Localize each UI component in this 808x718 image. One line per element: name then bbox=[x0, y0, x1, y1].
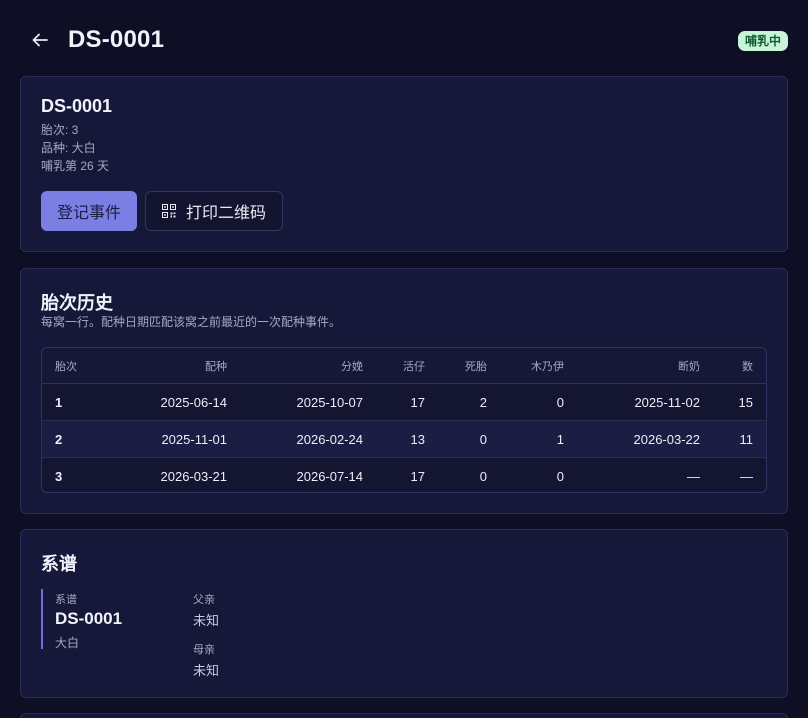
table-cell: 0 bbox=[556, 469, 564, 484]
pedigree-title: 系谱 bbox=[41, 554, 77, 574]
pedigree-accent-bar bbox=[41, 589, 43, 649]
pedigree-self-id: DS-0001 bbox=[55, 609, 123, 628]
table-cell: 11 bbox=[739, 431, 754, 447]
table-cell: 2026-07-14 bbox=[296, 469, 364, 484]
back-button[interactable] bbox=[28, 28, 52, 52]
column-header: 断奶 bbox=[678, 360, 700, 373]
next-card-partial bbox=[20, 713, 788, 718]
column-header: 分娩 bbox=[341, 360, 363, 373]
column-header: 胎次 bbox=[55, 360, 77, 373]
table-cell: — bbox=[687, 469, 700, 484]
table-cell: 1 bbox=[55, 394, 63, 410]
dam-value: 未知 bbox=[193, 663, 220, 678]
table-cell: 2026-03-22 bbox=[633, 431, 701, 447]
history-subtitle: 每窝一行。配种日期匹配该窝之前最近的一次配种事件。 bbox=[41, 315, 342, 329]
print-qr-button[interactable]: 打印二维码 bbox=[145, 191, 283, 231]
table-cell: 2025-06-14 bbox=[160, 394, 228, 410]
status-badge: 哺乳中 bbox=[737, 31, 788, 51]
table-cell: 0 bbox=[556, 394, 564, 410]
parity-history-table: 胎次 配种 分娩 活仔 死胎 木乃伊 断奶 数 1 2025-06-14 202… bbox=[41, 347, 767, 493]
table-cell: 2025-11-01 bbox=[161, 431, 227, 447]
table-cell: 1 bbox=[556, 431, 564, 447]
page-title: DS-0001 bbox=[68, 26, 165, 53]
print-qr-label: 打印二维码 bbox=[185, 205, 266, 222]
table-cell: 3 bbox=[55, 469, 63, 484]
arrow-left-icon bbox=[32, 33, 48, 47]
table-cell: 0 bbox=[479, 469, 487, 484]
table-row: 1 2025-06-14 2025-10-07 17 2 0 2025-11-0… bbox=[42, 384, 766, 421]
sire-value: 未知 bbox=[193, 613, 220, 628]
table-cell: 17 bbox=[410, 469, 425, 484]
table-header: 胎次 配种 分娩 活仔 死胎 木乃伊 断奶 数 bbox=[42, 348, 766, 384]
lactation-days-text: 哺乳第 26 天 bbox=[41, 159, 110, 173]
column-header: 活仔 bbox=[403, 360, 425, 373]
parity-history-card: 胎次历史 每窝一行。配种日期匹配该窝之前最近的一次配种事件。 胎次 配种 分娩 … bbox=[20, 268, 788, 514]
dam-label: 母亲 bbox=[193, 644, 215, 656]
column-header: 数 bbox=[742, 360, 753, 373]
sire-label: 父亲 bbox=[193, 594, 215, 606]
pedigree-self-breed: 大白 bbox=[55, 636, 80, 650]
table-row: 2 2025-11-01 2026-02-24 13 0 1 2026-03-2… bbox=[42, 421, 766, 458]
table-cell: 2026-03-21 bbox=[160, 469, 228, 484]
table-cell: — bbox=[740, 469, 753, 484]
breed-text: 品种: 大白 bbox=[41, 141, 96, 155]
qr-code-icon bbox=[161, 204, 176, 218]
table-cell: 2025-10-07 bbox=[296, 394, 364, 410]
column-header: 配种 bbox=[205, 360, 227, 373]
page-header: DS-0001 哺乳中 bbox=[0, 0, 808, 80]
table-cell: 13 bbox=[410, 431, 425, 447]
table-cell: 2026-02-24 bbox=[296, 431, 364, 447]
table-cell: 2 bbox=[479, 394, 487, 410]
pedigree-self-label: 系谱 bbox=[55, 594, 77, 606]
sow-info-card: DS-0001 胎次: 3 品种: 大白 哺乳第 26 天 登记事件 打印二维码 bbox=[20, 76, 788, 252]
table-cell: 15 bbox=[738, 394, 753, 410]
column-header: 木乃伊 bbox=[531, 360, 564, 373]
table-cell: 17 bbox=[410, 394, 425, 410]
history-title: 胎次历史 bbox=[41, 293, 113, 313]
sow-id: DS-0001 bbox=[41, 96, 113, 116]
column-header: 死胎 bbox=[465, 360, 487, 373]
parity-text: 胎次: 3 bbox=[41, 123, 79, 137]
pedigree-card: 系谱 系谱 DS-0001 大白 父亲 未知 母亲 未知 bbox=[20, 529, 788, 698]
table-cell: 2025-11-02 bbox=[634, 394, 700, 410]
register-event-label: 登记事件 bbox=[56, 205, 121, 222]
table-cell: 0 bbox=[479, 431, 487, 447]
table-cell: 2 bbox=[55, 431, 63, 447]
register-event-button[interactable]: 登记事件 bbox=[41, 191, 137, 231]
table-row: 3 2026-03-21 2026-07-14 17 0 0 — — bbox=[42, 458, 766, 492]
